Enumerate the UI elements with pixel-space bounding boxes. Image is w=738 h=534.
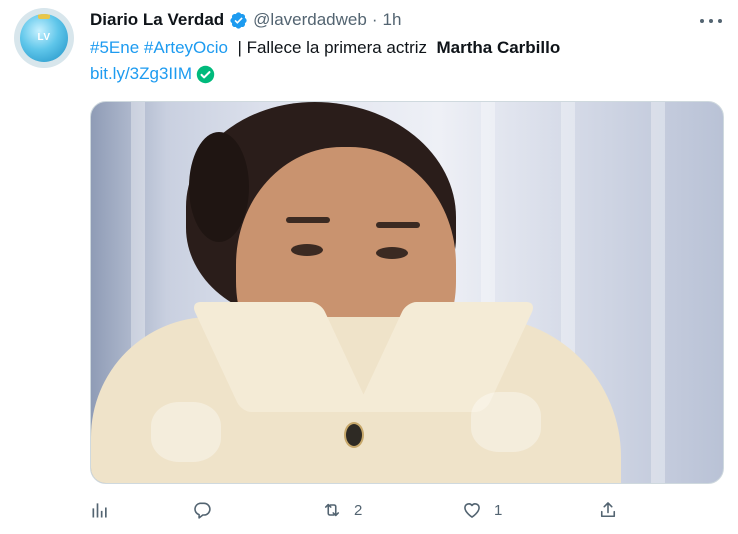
share-icon [600, 502, 616, 518]
more-dot [718, 19, 722, 23]
tweet-text-body: | Fallece la primera actriz [232, 38, 432, 57]
heart-icon [464, 503, 480, 518]
tweet-media-image[interactable] [90, 101, 724, 484]
reply-button[interactable] [192, 497, 212, 523]
avatar[interactable]: LV [14, 8, 74, 68]
brow-shape [376, 222, 420, 228]
tweet-text: #5Ene #ArteyOcio | Fallece la primera ac… [90, 37, 560, 59]
more-options-icon[interactable] [700, 11, 722, 31]
short-link[interactable]: bit.ly/3Zg3IIM [90, 63, 192, 85]
curtain-fold [651, 102, 665, 483]
embroidery-shape [151, 402, 221, 462]
eye-shape [291, 244, 323, 256]
tweet-action-bar: 2 1 [90, 497, 630, 523]
check-circle-icon [196, 65, 215, 83]
hashtag-link[interactable]: #5Ene [90, 38, 139, 57]
user-handle[interactable]: @laverdadweb [253, 10, 367, 30]
tweet-timestamp[interactable]: 1h [383, 10, 402, 30]
retweet-icon [324, 503, 340, 517]
brow-shape [286, 217, 330, 223]
avatar-cap-shape [38, 14, 50, 19]
eye-shape [376, 247, 408, 259]
more-dot [709, 19, 713, 23]
avatar-image: LV [20, 14, 68, 62]
analytics-icon [92, 503, 107, 518]
like-button[interactable]: 1 [462, 497, 502, 523]
embroidery-shape [471, 392, 541, 452]
retweet-count: 2 [354, 501, 363, 519]
pendant-shape [344, 422, 364, 448]
analytics-button[interactable] [90, 497, 110, 523]
hashtag-link[interactable]: #ArteyOcio [144, 38, 228, 57]
hair-bun-shape [189, 132, 249, 242]
tweet[interactable]: LV Diario La Verdad @laverdadweb · 1h #5… [0, 0, 738, 534]
tweet-link-line: bit.ly/3Zg3IIM [90, 63, 215, 85]
avatar-logo-text: LV [37, 32, 51, 43]
verified-badge-icon [230, 11, 247, 29]
reply-icon [194, 502, 211, 519]
header-separator: · [371, 10, 378, 29]
more-dot [700, 19, 704, 23]
like-count: 1 [494, 501, 503, 519]
tweet-text-bold: Martha Carbillo [436, 38, 561, 57]
retweet-button[interactable]: 2 [322, 497, 362, 523]
display-name[interactable]: Diario La Verdad [90, 10, 224, 30]
tweet-header: Diario La Verdad @laverdadweb · 1h [90, 9, 401, 31]
share-button[interactable] [598, 497, 618, 523]
